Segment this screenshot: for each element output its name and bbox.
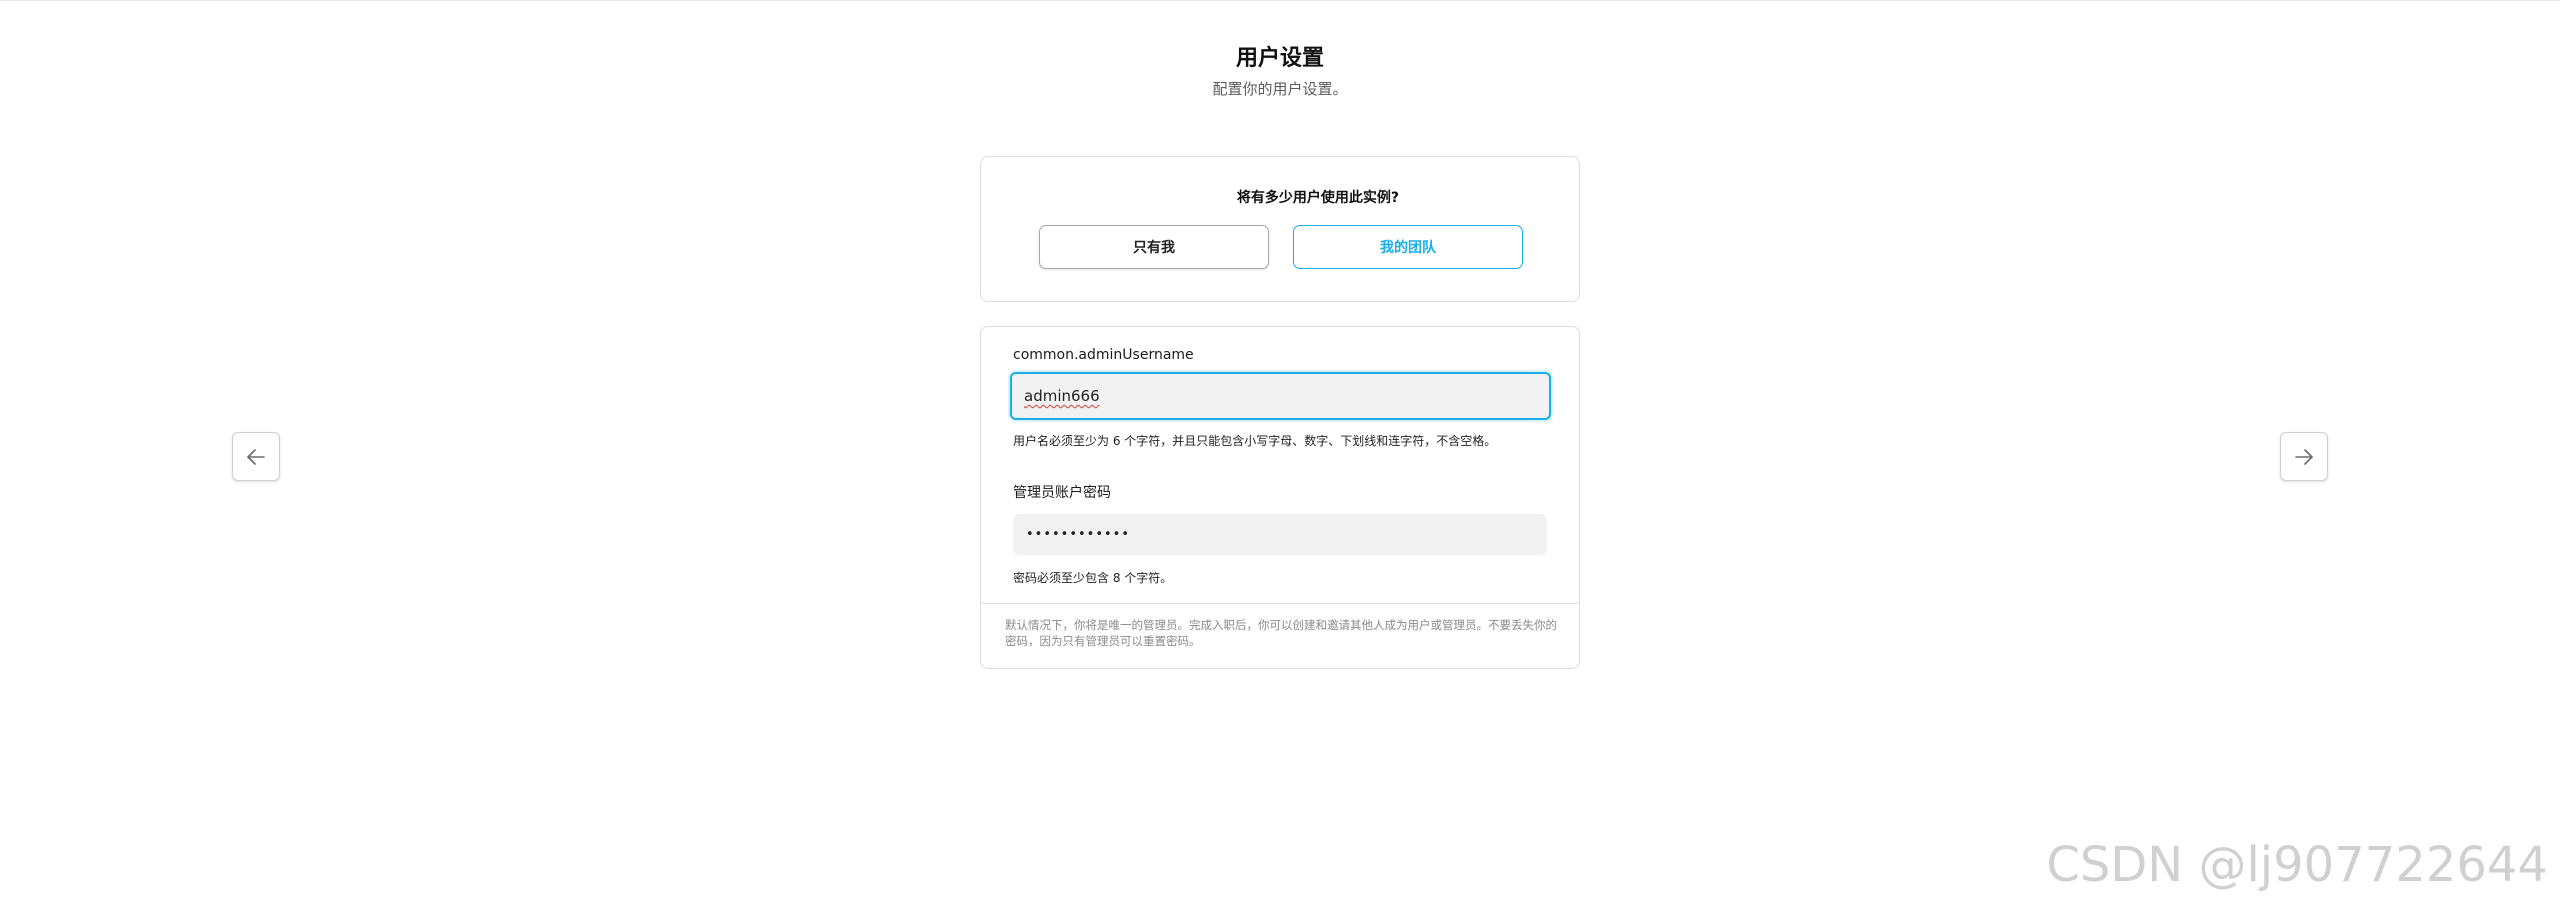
page-title: 用户设置 — [1235, 46, 1324, 71]
onboarding-page: 用户设置 配置你的用户设置。 将有多少用户使用此实例? 只有我 我的团队 com… — [0, 0, 2560, 911]
admin-username-label: common.adminUsername — [1013, 347, 1194, 363]
admin-username-input[interactable]: admin666 — [1010, 372, 1551, 420]
page-subtitle: 配置你的用户设置。 — [1212, 80, 1348, 98]
arrow-left-icon — [244, 445, 268, 469]
user-count-card: 将有多少用户使用此实例? 只有我 我的团队 — [980, 156, 1580, 302]
only-me-button[interactable]: 只有我 — [1039, 225, 1269, 269]
admin-password-hint: 密码必须至少包含 8 个字符。 — [1013, 571, 1173, 585]
previous-step-button[interactable] — [232, 432, 280, 481]
user-count-question: 将有多少用户使用此实例? — [1236, 190, 1399, 206]
admin-username-hint: 用户名必须至少为 6 个字符，并且只能包含小写字母、数字、下划线和连字符，不含空… — [1013, 434, 1497, 448]
admin-footnote: 默认情况下，你将是唯一的管理员。完成入职后，你可以创建和邀请其他人成为用户或管理… — [1005, 618, 1557, 648]
admin-account-card: common.adminUsername admin666 用户名必须至少为 6… — [980, 326, 1580, 669]
admin-password-label: 管理员账户密码 — [1013, 485, 1111, 501]
my-team-button[interactable]: 我的团队 — [1293, 225, 1523, 269]
csdn-watermark: CSDN @lj907722644 — [2046, 837, 2548, 893]
arrow-right-icon — [2292, 445, 2316, 469]
card-divider — [981, 603, 1579, 604]
next-step-button[interactable] — [2280, 432, 2328, 481]
admin-username-value: admin666 — [1024, 387, 1100, 405]
top-divider — [0, 0, 2560, 1]
admin-password-value: •••••••••••• — [1026, 527, 1131, 542]
admin-password-input[interactable]: •••••••••••• — [1013, 514, 1547, 555]
